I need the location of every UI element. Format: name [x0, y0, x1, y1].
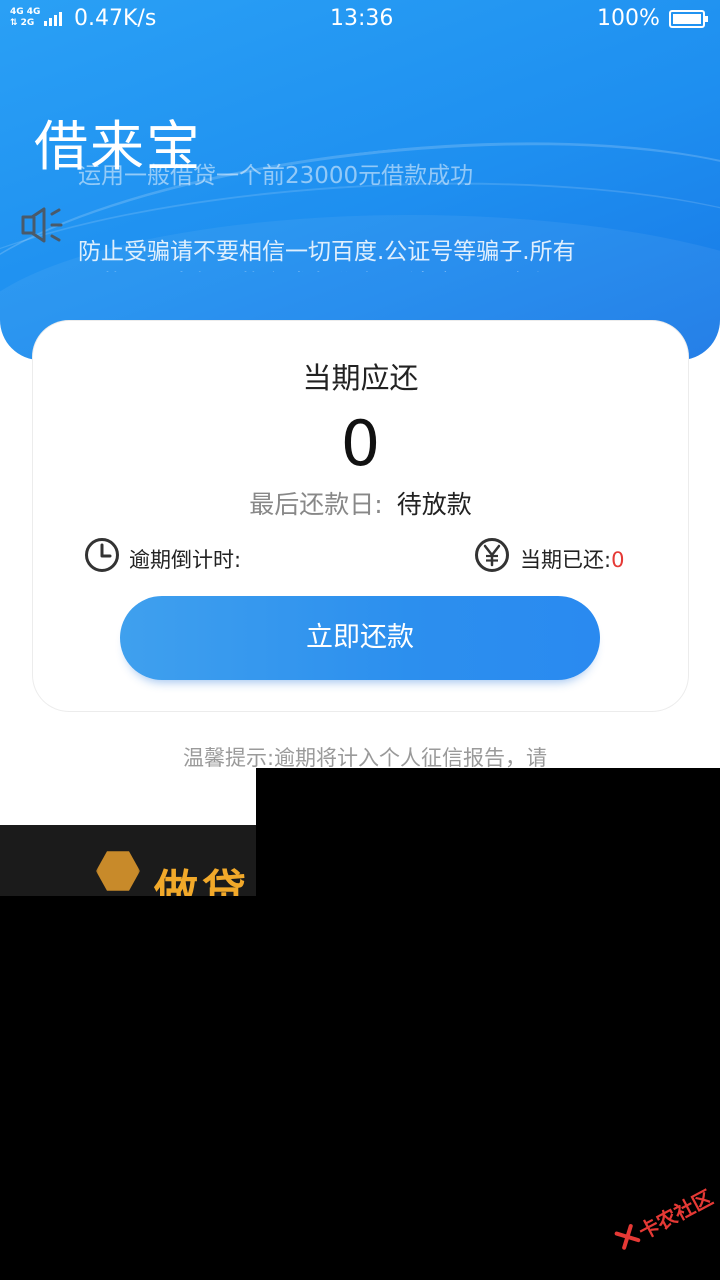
header-banner: 4G 4G ⇅ 2G 0.47K/s 13:36 100% 借来宝 运用一般借贷一…	[0, 0, 720, 360]
yen-icon	[475, 538, 509, 572]
network-speed: 0.47K/s	[74, 6, 157, 31]
notice-marquee: 运用一般借贷一个前23000元借款成功 防止受骗请不要相信一切百度.公证号等骗子…	[78, 160, 688, 272]
signal-icon	[44, 10, 62, 26]
overdue-countdown: 逾期倒计时:	[129, 548, 242, 572]
last-repay-date: 最后还款日: 待放款	[33, 485, 688, 521]
current-paid: 当期已还:0	[520, 544, 624, 574]
battery-percent: 100%	[597, 6, 660, 31]
network-type: 4G 4G ⇅ 2G	[10, 7, 41, 28]
last-date-label: 最后还款日:	[249, 490, 383, 519]
paid-value: 0	[611, 548, 625, 572]
due-amount: 0	[340, 407, 381, 480]
battery-icon	[669, 10, 708, 28]
due-label: 当期应还	[302, 361, 419, 395]
clock-time: 13:36	[330, 6, 394, 31]
speaker-icon	[21, 207, 63, 243]
notice-text: 运用一般借贷一个前23000元借款成功	[78, 163, 474, 189]
banner-text: 做贷	[154, 866, 250, 897]
clock-icon	[85, 538, 119, 572]
repay-now-button[interactable]: 立即还款	[120, 596, 600, 680]
promo-banner[interactable]: 做贷	[0, 825, 256, 897]
paid-label: 当期已还:	[520, 548, 612, 572]
hexagon-logo-icon	[96, 851, 140, 891]
notice-text: 防止受骗请不要相信一切百度.公证号等骗子.所有	[78, 239, 576, 265]
notice-text: 还款以一本部还款方式为准 如因被骗 后果自负	[78, 264, 553, 272]
watermark-text: 卡农社区	[634, 1185, 717, 1244]
repayment-card: 当期应还 0 最后还款日: 待放款 逾期倒计时: 当期已还:0 立即还款	[33, 321, 688, 711]
last-date-value: 待放款	[396, 490, 472, 519]
status-bar: 4G 4G ⇅ 2G 0.47K/s 13:36 100%	[0, 0, 720, 38]
